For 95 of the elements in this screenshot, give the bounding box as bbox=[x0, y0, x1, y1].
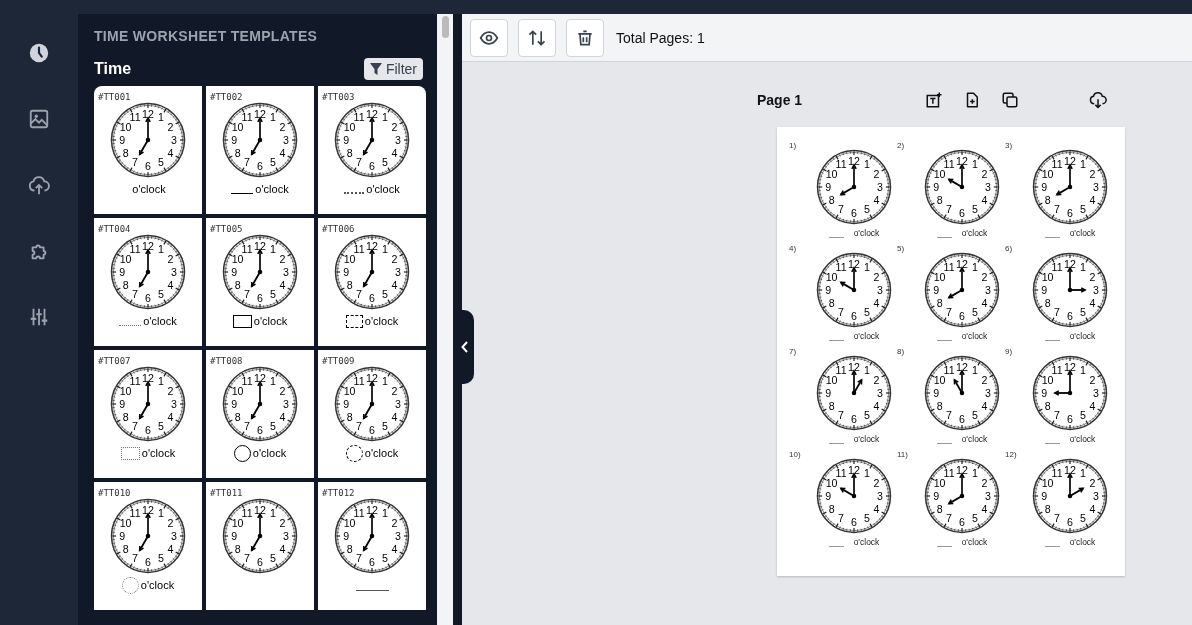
clock-drawing: 11 12 1 10 2 9 3 8 4 7 6 5 bbox=[334, 366, 410, 442]
template-id: #TT008 bbox=[210, 356, 243, 366]
answer-label: o'clock bbox=[364, 315, 399, 327]
cloud-upload-icon bbox=[28, 174, 50, 196]
answer-label: o'clock bbox=[253, 315, 288, 327]
funnel-icon bbox=[369, 63, 382, 75]
clock-drawing: 11 12 1 10 2 9 3 8 4 7 6 5 bbox=[334, 234, 410, 310]
clock-drawing: 11 12 1 10 2 9 3 8 4 7 6 5 bbox=[110, 366, 186, 442]
answer-label: o'clock bbox=[132, 183, 166, 195]
answer-blank bbox=[345, 314, 363, 328]
answer-label: o'clock bbox=[961, 228, 988, 238]
clock-drawing: 11 12 1 10 2 9 3 8 4 7 6 5 bbox=[334, 498, 410, 574]
clock-drawing: 11 12 1 10 2 9 3 8 4 7 6 5 bbox=[924, 252, 1000, 328]
question-number: 3) bbox=[1005, 141, 1013, 150]
duplicate-button[interactable] bbox=[1001, 91, 1019, 109]
template-id: #TT011 bbox=[210, 488, 243, 498]
answer-label: o'clock bbox=[1069, 537, 1096, 547]
clock-drawing: 11 12 1 10 2 9 3 8 4 7 6 5 bbox=[1032, 458, 1108, 534]
answer-label: o'clock bbox=[252, 447, 287, 459]
sort-button[interactable] bbox=[518, 18, 556, 57]
answer-label: o'clock bbox=[961, 434, 988, 444]
answer-label: o'clock bbox=[853, 228, 880, 238]
total-pages: Total Pages: 1 bbox=[616, 29, 705, 46]
question-number: 5) bbox=[897, 244, 905, 253]
answer-label: o'clock bbox=[961, 537, 988, 547]
clock-drawing: 11 12 1 10 2 9 3 8 4 7 6 5 bbox=[1032, 355, 1108, 431]
image-icon bbox=[28, 108, 50, 130]
add-text-button[interactable] bbox=[925, 91, 943, 109]
template-id: #TT007 bbox=[98, 356, 131, 366]
clock-drawing: 11 12 1 10 2 9 3 8 4 7 6 5 bbox=[222, 234, 298, 310]
view-button[interactable] bbox=[470, 18, 508, 57]
answer-label: o'clock bbox=[1069, 228, 1096, 238]
clock-icon bbox=[28, 42, 50, 64]
answer-label: o'clock bbox=[853, 537, 880, 547]
clock-drawing: 11 12 1 10 2 9 3 8 4 7 6 5 bbox=[110, 498, 186, 574]
question-number: 9) bbox=[1005, 347, 1013, 356]
clock-drawing: 11 12 1 10 2 9 3 8 4 7 6 5 bbox=[222, 498, 298, 574]
answer-label: o'clock bbox=[143, 315, 177, 327]
question-number: 2) bbox=[897, 141, 905, 150]
sliders-icon bbox=[28, 306, 50, 328]
template-id: #TT010 bbox=[98, 488, 131, 498]
answer-label: o'clock bbox=[961, 331, 988, 341]
template-id: #TT003 bbox=[322, 92, 355, 102]
answer-label: o'clock bbox=[140, 579, 175, 591]
page-title: Page 1 bbox=[757, 92, 804, 108]
template-id: #TT009 bbox=[322, 356, 355, 366]
answer-blank bbox=[120, 446, 140, 460]
scrollbar-thumb[interactable] bbox=[441, 16, 449, 38]
question-number: 10) bbox=[789, 450, 801, 459]
download-button[interactable] bbox=[1089, 91, 1107, 109]
delete-button[interactable] bbox=[566, 18, 604, 57]
question-number: 11) bbox=[897, 450, 908, 459]
clock-drawing: 11 12 1 10 2 9 3 8 4 7 6 5 bbox=[110, 234, 186, 310]
sort-arrows-icon bbox=[527, 27, 547, 48]
template-id: #TT005 bbox=[210, 224, 243, 234]
clock-drawing: 11 12 1 10 2 9 3 8 4 7 6 5 bbox=[816, 149, 892, 225]
answer-label: o'clock bbox=[141, 447, 176, 459]
question-number: 1) bbox=[789, 141, 797, 150]
clock-drawing: 11 12 1 10 2 9 3 8 4 7 6 5 bbox=[816, 355, 892, 431]
answer-label: o'clock bbox=[1069, 434, 1096, 444]
clock-drawing: 11 12 1 10 2 9 3 8 4 7 6 5 bbox=[334, 102, 410, 178]
answer-blank bbox=[232, 314, 252, 328]
add-text-icon bbox=[925, 91, 943, 109]
clock-drawing: 11 12 1 10 2 9 3 8 4 7 6 5 bbox=[924, 355, 1000, 431]
clock-drawing: 11 12 1 10 2 9 3 8 4 7 6 5 bbox=[222, 366, 298, 442]
chevron-left-icon bbox=[460, 341, 469, 353]
answer-label: o'clock bbox=[853, 434, 880, 444]
section-title: Time bbox=[94, 60, 132, 78]
answer-label: o'clock bbox=[1069, 331, 1096, 341]
filter-button[interactable]: Filter bbox=[363, 58, 423, 80]
clock-drawing: 11 12 1 10 2 9 3 8 4 7 6 5 bbox=[816, 252, 892, 328]
question-number: 8) bbox=[897, 347, 905, 356]
template-id: #TT002 bbox=[210, 92, 243, 102]
copy-icon bbox=[1001, 91, 1019, 109]
clock-drawing: 11 12 1 10 2 9 3 8 4 7 6 5 bbox=[924, 458, 1000, 534]
clock-drawing: 11 12 1 10 2 9 3 8 4 7 6 5 bbox=[222, 102, 298, 178]
answer-label: o'clock bbox=[364, 447, 399, 459]
cloud-download-icon bbox=[1089, 91, 1107, 109]
answer-label: o'clock bbox=[366, 183, 400, 195]
panel-heading: TIME WORKSHEET TEMPLATES bbox=[94, 28, 319, 44]
answer-label: o'clock bbox=[255, 183, 289, 195]
template-id: #TT012 bbox=[322, 488, 355, 498]
question-number: 7) bbox=[789, 347, 797, 356]
question-number: 4) bbox=[789, 244, 797, 253]
clock-drawing: 11 12 1 10 2 9 3 8 4 7 6 5 bbox=[816, 458, 892, 534]
question-number: 6) bbox=[1005, 244, 1013, 253]
clock-drawing: 11 12 1 10 2 9 3 8 4 7 6 5 bbox=[110, 102, 186, 178]
clock-drawing: 11 12 1 10 2 9 3 8 4 7 6 5 bbox=[924, 149, 1000, 225]
question-number: 12) bbox=[1005, 450, 1017, 459]
template-id: #TT001 bbox=[98, 92, 131, 102]
clock-drawing: 11 12 1 10 2 9 3 8 4 7 6 5 bbox=[1032, 252, 1108, 328]
template-id: #TT004 bbox=[98, 224, 131, 234]
answer-label: o'clock bbox=[853, 331, 880, 341]
clock-drawing: 11 12 1 10 2 9 3 8 4 7 6 5 bbox=[1032, 149, 1108, 225]
template-id: #TT006 bbox=[322, 224, 355, 234]
